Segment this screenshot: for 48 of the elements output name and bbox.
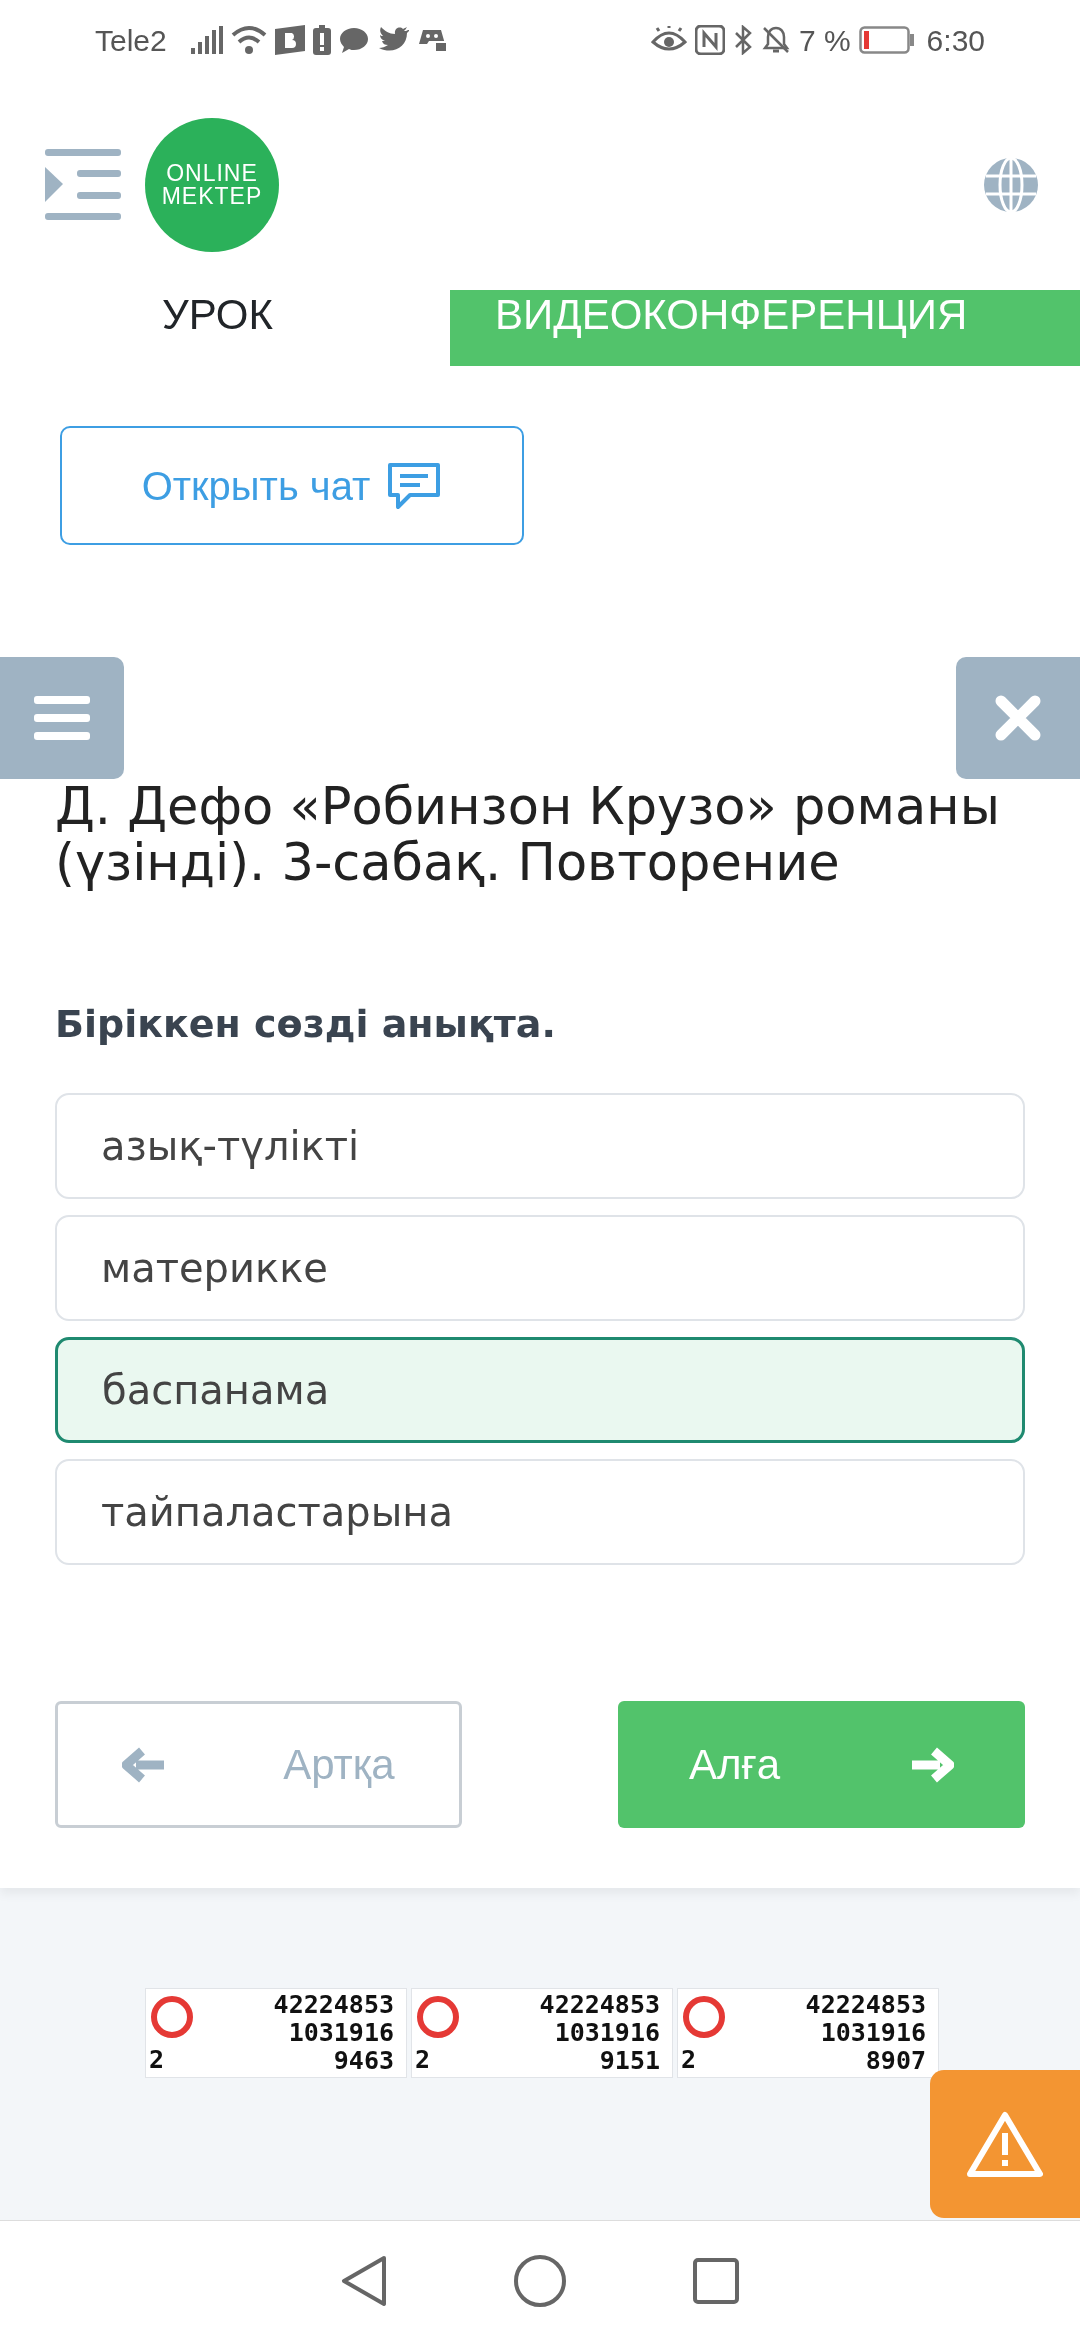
battery-percent-text: 7 % bbox=[798, 22, 851, 59]
counter-number: 8907 bbox=[865, 2047, 926, 2075]
chat-bubble-icon bbox=[338, 26, 369, 54]
question-text: Біріккен сөзді анықта. bbox=[54, 1001, 557, 1048]
chat-icon bbox=[386, 460, 443, 511]
globe-icon[interactable] bbox=[982, 156, 1040, 214]
signal-icon bbox=[190, 26, 223, 54]
counter-number: 1031916 bbox=[820, 2019, 926, 2047]
recents-icon[interactable] bbox=[692, 2256, 740, 2305]
back-icon[interactable] bbox=[340, 2253, 388, 2308]
menu-icon[interactable] bbox=[45, 149, 121, 221]
menu-icon bbox=[34, 696, 90, 740]
clock-text: 6:30 bbox=[926, 22, 985, 59]
counter-number: 1031916 bbox=[554, 2019, 660, 2047]
letter-b-icon bbox=[274, 25, 305, 55]
close-button[interactable] bbox=[956, 657, 1080, 779]
counter-label: 2 bbox=[415, 2046, 431, 2074]
close-icon bbox=[995, 695, 1041, 741]
counter-number: 42224853 bbox=[273, 1991, 394, 2019]
battery-alert-icon bbox=[312, 25, 331, 55]
warning-button[interactable] bbox=[930, 2070, 1080, 2218]
arrow-icon bbox=[122, 1746, 167, 1783]
bluetooth-icon bbox=[732, 25, 753, 55]
answer-option[interactable]: азық-түлікті bbox=[55, 1093, 1025, 1199]
home-icon[interactable] bbox=[513, 2253, 567, 2308]
carrier-text: Tele2 bbox=[95, 22, 167, 59]
counter-number: 42224853 bbox=[539, 1991, 660, 2019]
counter-label: 2 bbox=[149, 2046, 165, 2074]
battery-icon bbox=[858, 26, 915, 54]
counter-label: 2 bbox=[681, 2046, 697, 2074]
ring-icon bbox=[416, 1995, 460, 2039]
lesson-link[interactable]: УРОК bbox=[162, 292, 273, 338]
wifi-icon bbox=[230, 25, 267, 55]
bell-off-icon bbox=[760, 25, 791, 55]
counter-number: 9151 bbox=[599, 2047, 660, 2075]
counter-number: 42224853 bbox=[805, 1991, 926, 2019]
warning-icon bbox=[967, 2111, 1043, 2177]
counter-number: 9463 bbox=[333, 2047, 394, 2075]
nfc-icon bbox=[694, 25, 725, 55]
arrow-icon bbox=[910, 1746, 955, 1783]
ring-icon bbox=[682, 1995, 726, 2039]
counter-number: 1031916 bbox=[288, 2019, 394, 2047]
answer-option[interactable]: тайпаластарына bbox=[55, 1459, 1025, 1565]
ring-icon bbox=[150, 1995, 194, 2039]
answer-option[interactable]: материкке bbox=[55, 1215, 1025, 1321]
menu-button[interactable] bbox=[0, 657, 124, 779]
lesson-title: Д. Дефо «Робинзон Крузо» романы (үзінді). 3-сабақ. Повторение bbox=[54, 779, 1001, 891]
answer-option[interactable]: баспанама bbox=[55, 1337, 1025, 1443]
